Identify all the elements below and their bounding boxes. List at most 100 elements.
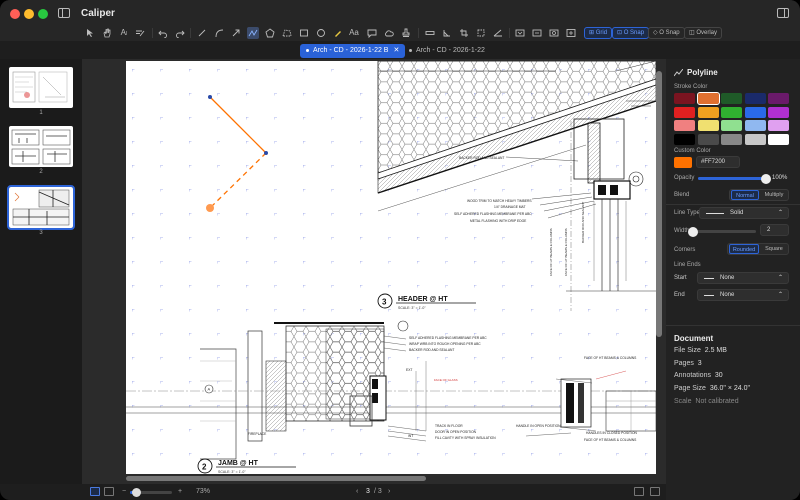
corners-rounded-option[interactable]: Rounded: [729, 244, 759, 254]
blend-multiply-option[interactable]: Multiply: [760, 190, 788, 200]
color-swatch[interactable]: [768, 133, 789, 145]
corners-square-option[interactable]: Square: [760, 244, 788, 254]
end-label: End: [674, 292, 685, 298]
arrow-icon[interactable]: [230, 27, 242, 39]
drawing-note: HANDLES IN CLOSED POSITION: [586, 431, 638, 435]
page-number[interactable]: 3: [366, 486, 370, 498]
line-icon[interactable]: [196, 27, 208, 39]
minimize-window-button[interactable]: [24, 9, 34, 19]
color-swatch[interactable]: [768, 106, 789, 118]
redo-icon[interactable]: [174, 27, 186, 39]
document-section-title: Document: [674, 334, 714, 343]
color-swatch[interactable]: [744, 93, 766, 104]
app-title: Caliper: [81, 8, 115, 19]
color-swatch[interactable]: [768, 120, 789, 131]
close-tab-icon[interactable]: ✕: [393, 47, 399, 54]
color-swatch[interactable]: [697, 120, 719, 131]
zoom-slider[interactable]: [130, 488, 172, 497]
zoom-window-button[interactable]: [38, 9, 48, 19]
title-bar: Caliper: [0, 0, 800, 27]
drawing-canvas[interactable]: BACKER ROD AND SEALANT FACE OF HT BEAMS …: [82, 59, 666, 484]
polyline-icon[interactable]: [247, 27, 259, 39]
highlighter-icon[interactable]: [332, 27, 344, 39]
color-swatch[interactable]: [721, 133, 742, 145]
width-slider-knob[interactable]: [688, 226, 699, 237]
fit-width-icon[interactable]: [531, 27, 543, 39]
measure-icon[interactable]: [475, 27, 487, 39]
fit-page-icon[interactable]: [514, 27, 526, 39]
zoom-area-icon[interactable]: [548, 27, 560, 39]
line-end-select[interactable]: None ⌃: [697, 289, 789, 301]
drawing-sheet[interactable]: BACKER ROD AND SEALANT FACE OF HT BEAMS …: [126, 61, 656, 474]
color-swatch[interactable]: [674, 93, 695, 104]
page-thumbnail-2[interactable]: [9, 126, 73, 167]
zoom-in-button[interactable]: +: [178, 486, 182, 498]
grid-view-icon[interactable]: [104, 487, 114, 496]
color-swatch[interactable]: [674, 133, 695, 145]
opacity-slider-knob[interactable]: [761, 173, 771, 184]
opacity-slider[interactable]: [698, 173, 771, 184]
chevron-updown-icon: ⌃: [777, 275, 783, 281]
horizontal-scrollbar[interactable]: [126, 476, 426, 481]
grid-toggle[interactable]: ⊞ Grid: [584, 27, 613, 39]
ellipse-icon[interactable]: [315, 27, 327, 39]
page-thumbnail-1[interactable]: [9, 67, 73, 108]
color-swatch[interactable]: [744, 106, 766, 118]
next-page-button[interactable]: ›: [388, 486, 390, 498]
split-view-icon[interactable]: [634, 487, 644, 496]
drawing-note: FACE OF HT BEAMS & COLUMNS: [564, 228, 568, 276]
previous-page-button[interactable]: ‹: [356, 486, 358, 498]
crop-icon[interactable]: [458, 27, 470, 39]
markup-icon[interactable]: [134, 27, 146, 39]
area-icon[interactable]: [281, 27, 293, 39]
color-swatch[interactable]: [744, 133, 766, 145]
color-swatch[interactable]: [744, 120, 766, 131]
color-swatch[interactable]: [721, 120, 742, 131]
chevron-updown-icon: ⌃: [777, 292, 783, 298]
tab-arch-cd-b[interactable]: Arch - CD - 2026-1-22 B ✕: [300, 44, 406, 58]
undo-icon[interactable]: [157, 27, 169, 39]
color-swatch[interactable]: [696, 92, 720, 105]
fullscreen-icon[interactable]: [650, 487, 660, 496]
cursor-icon[interactable]: [84, 27, 96, 39]
line-start-select[interactable]: None ⌃: [697, 272, 789, 284]
single-page-view-icon[interactable]: [90, 487, 100, 496]
color-swatch[interactable]: [697, 106, 719, 118]
custom-color-hex-input[interactable]: #FF7200: [696, 156, 740, 168]
color-swatch[interactable]: [674, 120, 695, 131]
polygon-icon[interactable]: [264, 27, 276, 39]
width-slider[interactable]: [688, 226, 756, 237]
blend-normal-option[interactable]: Normal: [731, 190, 759, 200]
color-swatch[interactable]: [721, 106, 742, 118]
osnap-secondary-toggle[interactable]: ◇ O Snap: [648, 27, 685, 39]
color-swatch[interactable]: [768, 93, 789, 104]
text-icon[interactable]: AI: [118, 27, 130, 39]
custom-color-swatch[interactable]: [674, 157, 692, 168]
angle-icon[interactable]: [441, 27, 453, 39]
overlay-toggle[interactable]: ◫ Overlay: [684, 27, 723, 39]
vertical-scrollbar[interactable]: [656, 71, 662, 337]
inspector-toggle-icon[interactable]: [777, 8, 789, 18]
hand-icon[interactable]: [101, 27, 113, 39]
page-thumbnail-3[interactable]: [7, 185, 75, 230]
text-box-icon[interactable]: Aa: [348, 27, 360, 39]
color-swatch[interactable]: [674, 106, 695, 118]
slope-icon[interactable]: [492, 27, 504, 39]
color-swatch[interactable]: [721, 93, 742, 104]
dimension-icon[interactable]: [424, 27, 436, 39]
zoom-slider-knob[interactable]: [131, 488, 141, 497]
color-swatch[interactable]: [697, 133, 719, 145]
rectangle-icon[interactable]: [298, 27, 310, 39]
tab-arch-cd[interactable]: Arch - CD - 2026-1-22: [403, 44, 491, 58]
close-window-button[interactable]: [10, 9, 20, 19]
osnap-toggle[interactable]: ⊡ O Snap: [612, 27, 650, 39]
width-input[interactable]: 2: [760, 224, 789, 236]
callout-icon[interactable]: [366, 27, 378, 39]
arc-icon[interactable]: [213, 27, 225, 39]
line-type-select[interactable]: Solid ⌃: [699, 207, 789, 219]
cloud-icon[interactable]: [383, 27, 395, 39]
zoom-icon[interactable]: [565, 27, 577, 39]
zoom-out-button[interactable]: −: [122, 486, 126, 498]
sidebar-toggle-icon[interactable]: [58, 8, 70, 18]
stamp-icon[interactable]: [400, 27, 412, 39]
